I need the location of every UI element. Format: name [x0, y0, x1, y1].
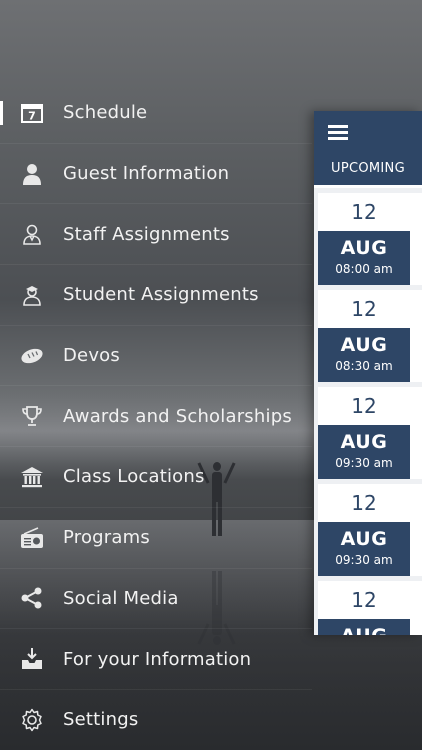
- menu-item-schedule[interactable]: 7 Schedule: [0, 83, 312, 144]
- event-day: 12: [318, 581, 410, 619]
- menu-item-awards-and-scholarships[interactable]: Awards and Scholarships: [0, 386, 312, 448]
- radio-icon: [18, 524, 46, 552]
- event-day: 12: [318, 290, 410, 328]
- menu-label: Devos: [63, 345, 120, 367]
- event-details-edge: [410, 290, 422, 382]
- event-month: AUG: [340, 237, 388, 259]
- menu-label: Staff Assignments: [63, 223, 230, 245]
- svg-text:7: 7: [28, 109, 36, 122]
- event-card[interactable]: 12 AUG 09:30 am: [318, 484, 422, 576]
- event-card[interactable]: 12 AUG 08:00 am: [318, 193, 422, 285]
- student-person-icon: [18, 281, 46, 309]
- menu-label: Programs: [63, 527, 150, 549]
- event-day: 12: [318, 484, 410, 522]
- calendar-icon: 7: [18, 99, 46, 127]
- event-day: 12: [318, 387, 410, 425]
- menu-item-for-your-information[interactable]: For your Information: [0, 629, 312, 690]
- menu-item-class-locations[interactable]: Class Locations: [0, 447, 312, 508]
- menu-label: Schedule: [63, 102, 148, 124]
- share-icon: [18, 584, 46, 612]
- event-date: 12 AUG 08:30 am: [318, 290, 410, 382]
- menu-item-settings[interactable]: Settings: [0, 690, 312, 750]
- menu-item-social-media[interactable]: Social Media: [0, 569, 312, 630]
- event-time: 09:30 am: [335, 553, 393, 567]
- event-details-edge: [410, 484, 422, 576]
- tab-upcoming[interactable]: UPCOMING: [314, 161, 422, 176]
- event-date: 12 AUG 08:00 am: [318, 193, 410, 285]
- hamburger-icon[interactable]: [328, 125, 348, 140]
- menu-item-student-assignments[interactable]: Student Assignments: [0, 265, 312, 326]
- menu-item-devos[interactable]: Devos: [0, 326, 312, 387]
- menu-label: Guest Information: [63, 163, 230, 185]
- side-menu: 7 Schedule Guest Information Staff Assig…: [0, 83, 312, 750]
- event-day: 12: [318, 193, 410, 231]
- gear-icon: [18, 706, 46, 734]
- event-details-edge: [410, 387, 422, 479]
- panel-header: UPCOMING: [314, 111, 422, 188]
- trophy-icon: [18, 402, 46, 430]
- menu-label: Social Media: [63, 587, 179, 609]
- menu-label: For your Information: [63, 648, 252, 670]
- event-date: 12 AUG: [318, 581, 410, 635]
- event-month: AUG: [340, 334, 388, 356]
- person-icon: [18, 160, 46, 188]
- event-card[interactable]: 12 AUG 08:30 am: [318, 290, 422, 382]
- event-time: 09:30 am: [335, 456, 393, 470]
- bread-icon: [18, 342, 46, 370]
- menu-item-guest-information[interactable]: Guest Information: [0, 144, 312, 205]
- event-date: 12 AUG 09:30 am: [318, 484, 410, 576]
- event-month: AUG: [340, 528, 388, 550]
- menu-label: Awards and Scholarships: [63, 405, 292, 427]
- menu-item-staff-assignments[interactable]: Staff Assignments: [0, 204, 312, 266]
- menu-item-programs[interactable]: Programs: [0, 508, 312, 569]
- app-screen: 7 Schedule Guest Information Staff Assig…: [0, 0, 422, 750]
- inbox-icon: [18, 645, 46, 673]
- event-card[interactable]: 12 AUG 09:30 am: [318, 387, 422, 479]
- event-details-edge: [410, 193, 422, 285]
- event-time: 08:30 am: [335, 359, 393, 373]
- event-date: 12 AUG 09:30 am: [318, 387, 410, 479]
- event-list: 12 AUG 08:00 am 12 AUG 08:30 am 12 AUG 0…: [314, 188, 422, 635]
- event-details-edge: [410, 581, 422, 635]
- event-time: 08:00 am: [335, 262, 393, 276]
- staff-person-icon: [18, 220, 46, 248]
- event-card[interactable]: 12 AUG: [318, 581, 422, 635]
- building-icon: [18, 463, 46, 491]
- menu-label: Settings: [63, 709, 139, 731]
- schedule-panel: UPCOMING 12 AUG 08:00 am 12 AUG 08:30 am: [314, 111, 422, 635]
- menu-label: Student Assignments: [63, 284, 259, 306]
- event-month: AUG: [318, 619, 410, 635]
- menu-label: Class Locations: [63, 466, 205, 488]
- event-month: AUG: [340, 431, 388, 453]
